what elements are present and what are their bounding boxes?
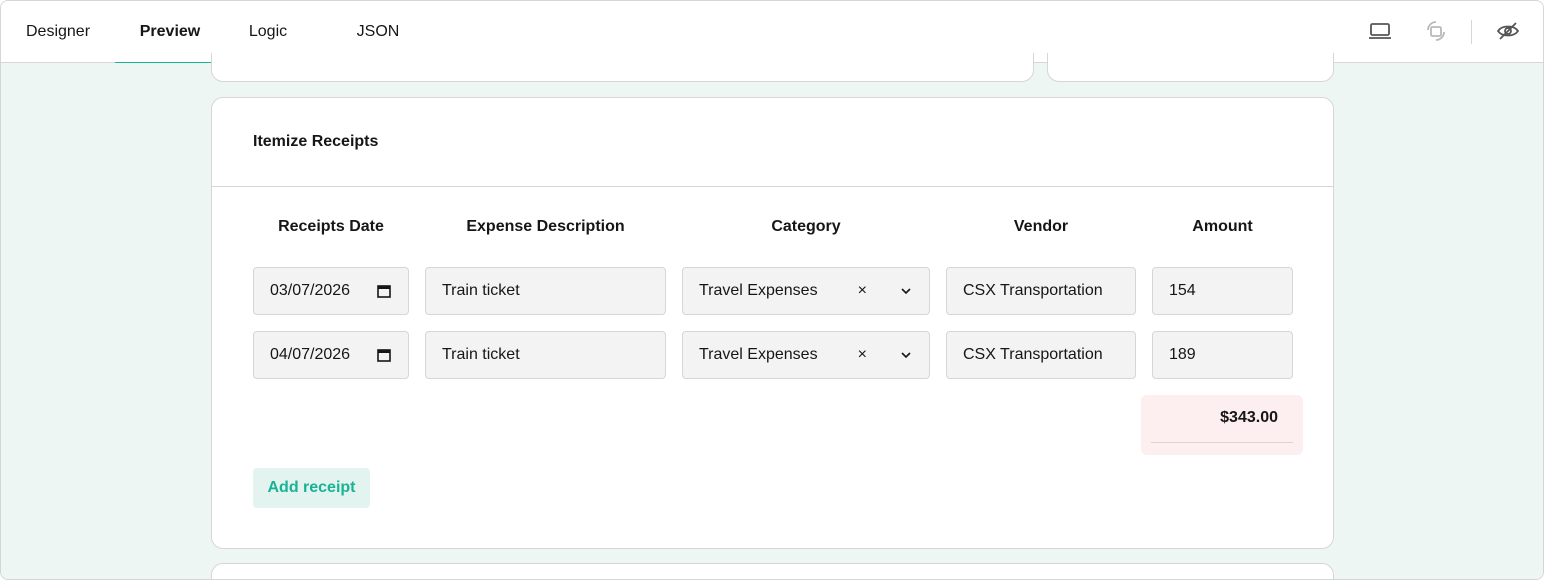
- survey-creator-window: Designer Preview Logic JSON Editor: [0, 0, 1544, 580]
- column-header-amount: Amount: [1192, 218, 1253, 235]
- total-underline: [1151, 442, 1293, 443]
- date-input[interactable]: 04/07/2026: [253, 331, 409, 379]
- category-value: Travel Expenses: [699, 346, 818, 363]
- category-dropdown[interactable]: Travel Expenses ×: [682, 267, 930, 315]
- column-header-date: Receipts Date: [278, 218, 384, 235]
- vendor-input[interactable]: CSX Transportation: [946, 331, 1136, 379]
- date-value: 03/07/2026: [270, 282, 351, 299]
- vendor-input[interactable]: CSX Transportation: [946, 267, 1136, 315]
- previous-panel-left: [211, 53, 1034, 82]
- chevron-down-icon[interactable]: [899, 284, 913, 298]
- previous-panel-right: [1047, 53, 1334, 82]
- laptop-icon[interactable]: [1367, 18, 1393, 44]
- toolbar-divider: [1471, 20, 1472, 44]
- amount-total: $343.00: [1141, 395, 1303, 455]
- category-dropdown[interactable]: Travel Expenses ×: [682, 331, 930, 379]
- next-panel: [211, 563, 1334, 579]
- date-input[interactable]: 03/07/2026: [253, 267, 409, 315]
- column-header-vendor: Vendor: [1013, 218, 1069, 235]
- add-receipt-button[interactable]: Add receipt: [253, 468, 370, 508]
- panel-title: Itemize Receipts: [253, 133, 379, 150]
- calendar-icon[interactable]: [376, 283, 392, 299]
- total-value: $343.00: [1220, 409, 1278, 426]
- amount-input[interactable]: 154: [1152, 267, 1293, 315]
- amount-input[interactable]: 189: [1152, 331, 1293, 379]
- column-header-category: Category: [771, 218, 841, 235]
- date-value: 04/07/2026: [270, 346, 351, 363]
- column-header-description: Expense Description: [466, 218, 625, 235]
- calendar-icon[interactable]: [376, 347, 392, 363]
- itemize-receipts-panel: Itemize Receipts Receipts Date Expense D…: [211, 97, 1334, 549]
- description-input[interactable]: Train ticket: [425, 267, 666, 315]
- clear-icon[interactable]: ×: [858, 332, 867, 378]
- tab-designer[interactable]: Designer: [25, 1, 91, 63]
- device-rotate-icon[interactable]: [1423, 18, 1449, 44]
- eye-off-icon[interactable]: [1495, 18, 1521, 44]
- chevron-down-icon[interactable]: [899, 348, 913, 362]
- clear-icon[interactable]: ×: [858, 268, 867, 314]
- description-input[interactable]: Train ticket: [425, 331, 666, 379]
- preview-canvas: Itemize Receipts Receipts Date Expense D…: [1, 53, 1543, 579]
- panel-divider: [212, 186, 1333, 187]
- tab-preview[interactable]: Preview: [115, 1, 225, 64]
- category-value: Travel Expenses: [699, 282, 818, 299]
